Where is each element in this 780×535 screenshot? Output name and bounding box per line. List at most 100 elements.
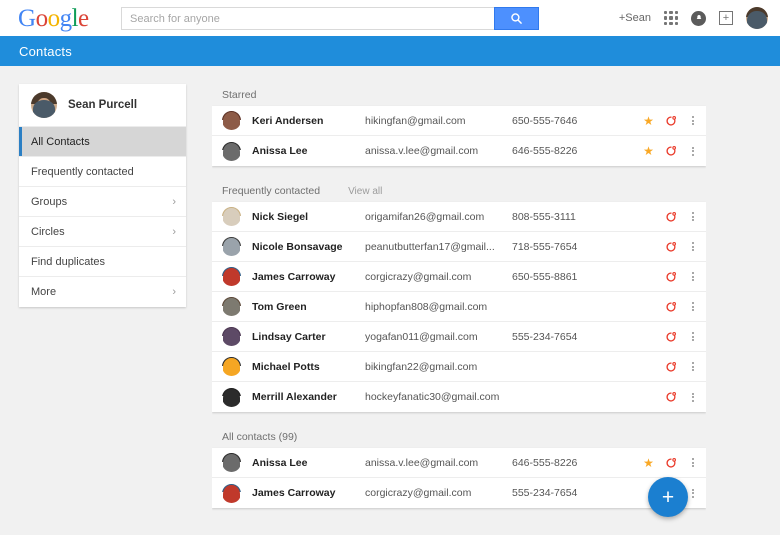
contact-email: corgicrazy@gmail.com xyxy=(365,487,512,499)
search-icon xyxy=(510,12,523,25)
contact-email: corgicrazy@gmail.com xyxy=(365,271,512,283)
row-menu-button[interactable] xyxy=(688,147,698,156)
sidebar-item-frequently-contacted[interactable]: Frequently contacted xyxy=(19,157,186,187)
contact-name: Merrill Alexander xyxy=(252,391,365,403)
sidebar-item-circles[interactable]: Circles › xyxy=(19,217,186,247)
contact-phone: 555-234-7654 xyxy=(512,487,608,499)
sidebar-item-label: Find duplicates xyxy=(31,256,105,268)
view-all-link[interactable]: View all xyxy=(348,186,382,197)
contact-name: Anissa Lee xyxy=(252,457,365,469)
chevron-right-icon: › xyxy=(172,286,176,298)
table-row[interactable]: Merrill Alexanderhockeyfanatic30@gmail.c… xyxy=(212,382,706,412)
sidebar-item-more[interactable]: More › xyxy=(19,277,186,307)
row-menu-button[interactable] xyxy=(688,212,698,221)
table-row[interactable]: Keri Andersenhikingfan@gmail.com650-555-… xyxy=(212,106,706,136)
google-plus-icon[interactable] xyxy=(665,301,677,313)
contact-avatar xyxy=(222,207,241,226)
section-title: All contacts (99) xyxy=(222,431,297,443)
contact-avatar xyxy=(222,327,241,346)
row-menu-button[interactable] xyxy=(688,272,698,281)
bell-glyph xyxy=(695,14,703,22)
sidebar: Sean Purcell All Contacts Frequently con… xyxy=(19,84,186,307)
google-plus-icon[interactable] xyxy=(665,457,677,469)
section-title: Frequently contacted xyxy=(222,185,320,197)
chevron-right-icon: › xyxy=(172,226,176,238)
row-menu-button[interactable] xyxy=(688,393,698,402)
row-menu-button[interactable] xyxy=(688,116,698,125)
table-row[interactable]: Lindsay Carteryogafan011@gmail.com555-23… xyxy=(212,322,706,352)
apps-grid-icon[interactable] xyxy=(664,11,678,25)
contact-email: anissa.v.lee@gmail.com xyxy=(365,145,512,157)
table-row[interactable]: Michael Pottsbikingfan22@gmail.com★ xyxy=(212,352,706,382)
top-bar-actions: +Sean + xyxy=(619,0,768,36)
google-plus-icon[interactable] xyxy=(665,271,677,283)
google-plus-icon[interactable] xyxy=(665,241,677,253)
sidebar-item-label: Groups xyxy=(31,196,67,208)
sidebar-item-all-contacts[interactable]: All Contacts xyxy=(19,127,186,157)
contact-name: James Carroway xyxy=(252,271,365,283)
profile-name: Sean Purcell xyxy=(68,99,137,111)
top-bar: Google +Sean + xyxy=(0,0,780,36)
contact-avatar xyxy=(222,388,241,407)
star-icon[interactable]: ★ xyxy=(643,114,654,128)
section-header: Frequently contacted View all xyxy=(212,180,706,202)
table-row[interactable]: Tom Greenhiphopfan808@gmail.com★ xyxy=(212,292,706,322)
google-plus-icon[interactable] xyxy=(665,211,677,223)
table-row[interactable]: Anissa Leeanissa.v.lee@gmail.com646-555-… xyxy=(212,448,706,478)
contact-avatar xyxy=(222,357,241,376)
google-plus-icon[interactable] xyxy=(665,145,677,157)
row-menu-button[interactable] xyxy=(688,362,698,371)
row-menu-button[interactable] xyxy=(688,489,698,498)
row-actions: ★ xyxy=(643,330,698,344)
plus-sean-link[interactable]: +Sean xyxy=(619,12,651,24)
contact-phone: 646-555-8226 xyxy=(512,145,608,157)
contact-avatar xyxy=(222,111,241,130)
notifications-bell-icon[interactable] xyxy=(691,11,706,26)
contacts-card: Nick Siegelorigamifan26@gmail.com808-555… xyxy=(212,202,706,412)
sidebar-item-groups[interactable]: Groups › xyxy=(19,187,186,217)
app-bar: Contacts xyxy=(0,36,780,66)
contact-phone: 718-555-7654 xyxy=(512,241,608,253)
google-plus-icon[interactable] xyxy=(665,391,677,403)
row-actions: ★ xyxy=(643,240,698,254)
table-row[interactable]: James Carrowaycorgicrazy@gmail.com555-23… xyxy=(212,478,706,508)
google-logo[interactable]: Google xyxy=(18,6,89,31)
google-plus-icon[interactable] xyxy=(665,115,677,127)
contacts-card: Anissa Leeanissa.v.lee@gmail.com646-555-… xyxy=(212,448,706,508)
contact-phone: 646-555-8226 xyxy=(512,457,608,469)
google-plus-icon[interactable] xyxy=(665,361,677,373)
table-row[interactable]: Nick Siegelorigamifan26@gmail.com808-555… xyxy=(212,202,706,232)
star-icon[interactable]: ★ xyxy=(643,456,654,470)
contact-phone: 808-555-3111 xyxy=(512,211,608,223)
row-menu-button[interactable] xyxy=(688,302,698,311)
contact-name: Keri Andersen xyxy=(252,115,365,127)
google-plus-icon[interactable] xyxy=(665,331,677,343)
contact-phone: 650-555-7646 xyxy=(512,115,608,127)
contact-phone: 650-555-8861 xyxy=(512,271,608,283)
add-contact-button[interactable]: + xyxy=(648,477,688,517)
contact-name: James Carroway xyxy=(252,487,365,499)
table-row[interactable]: Nicole Bonsavagepeanutbutterfan17@gmail.… xyxy=(212,232,706,262)
contact-avatar xyxy=(222,297,241,316)
row-menu-button[interactable] xyxy=(688,458,698,467)
search-input[interactable] xyxy=(121,7,494,30)
section-title: Starred xyxy=(222,89,256,101)
contact-email: hiphopfan808@gmail.com xyxy=(365,301,512,313)
contact-avatar xyxy=(222,142,241,161)
search-button[interactable] xyxy=(494,7,539,30)
star-icon[interactable]: ★ xyxy=(643,144,654,158)
sidebar-item-label: More xyxy=(31,286,56,298)
sidebar-profile[interactable]: Sean Purcell xyxy=(19,84,186,127)
avatar[interactable] xyxy=(746,7,768,29)
contact-email: hikingfan@gmail.com xyxy=(365,115,512,127)
row-actions: ★ xyxy=(643,270,698,284)
sidebar-item-find-duplicates[interactable]: Find duplicates xyxy=(19,247,186,277)
contact-phone: 555-234-7654 xyxy=(512,331,608,343)
page-body: Sean Purcell All Contacts Frequently con… xyxy=(0,66,780,535)
row-menu-button[interactable] xyxy=(688,332,698,341)
share-box-icon[interactable]: + xyxy=(719,11,733,25)
table-row[interactable]: James Carrowaycorgicrazy@gmail.com650-55… xyxy=(212,262,706,292)
table-row[interactable]: Anissa Leeanissa.v.lee@gmail.com646-555-… xyxy=(212,136,706,166)
row-menu-button[interactable] xyxy=(688,242,698,251)
sidebar-item-label: Frequently contacted xyxy=(31,166,134,178)
